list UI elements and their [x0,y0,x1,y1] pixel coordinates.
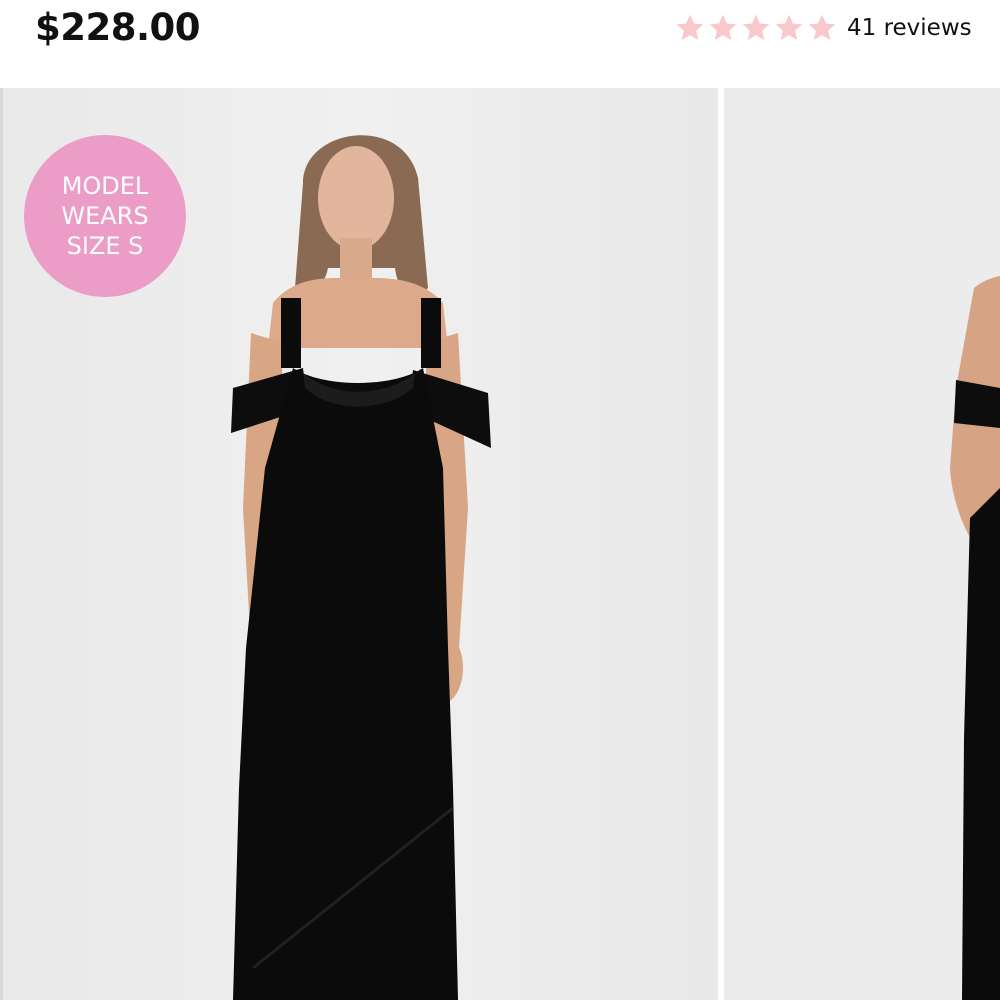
badge-line-1: MODEL [61,172,149,200]
reviews-link[interactable]: 41 reviews [847,15,972,41]
model-back-image [724,88,1000,1000]
rating-summary[interactable]: 41 reviews [674,10,972,46]
model-size-badge: MODEL WEARS SIZE S [24,135,186,297]
star-icon [808,14,836,40]
product-header: $228.00 41 reviews [0,0,1000,88]
product-price: $228.00 [35,6,201,49]
product-photo-back[interactable] [724,88,1000,1000]
star-icon [676,14,704,40]
star-icon [742,14,770,40]
product-page: $228.00 41 reviews MODEL WEARS SIZE S [0,0,1000,1000]
product-gallery[interactable]: MODEL WEARS SIZE S [3,88,1000,1000]
star-rating [674,12,838,44]
badge-line-2: WEARS [61,202,149,230]
star-icon [709,14,737,40]
star-icon [775,14,803,40]
badge-line-3: SIZE S [66,232,144,260]
product-photo-front[interactable]: MODEL WEARS SIZE S [3,88,718,1000]
